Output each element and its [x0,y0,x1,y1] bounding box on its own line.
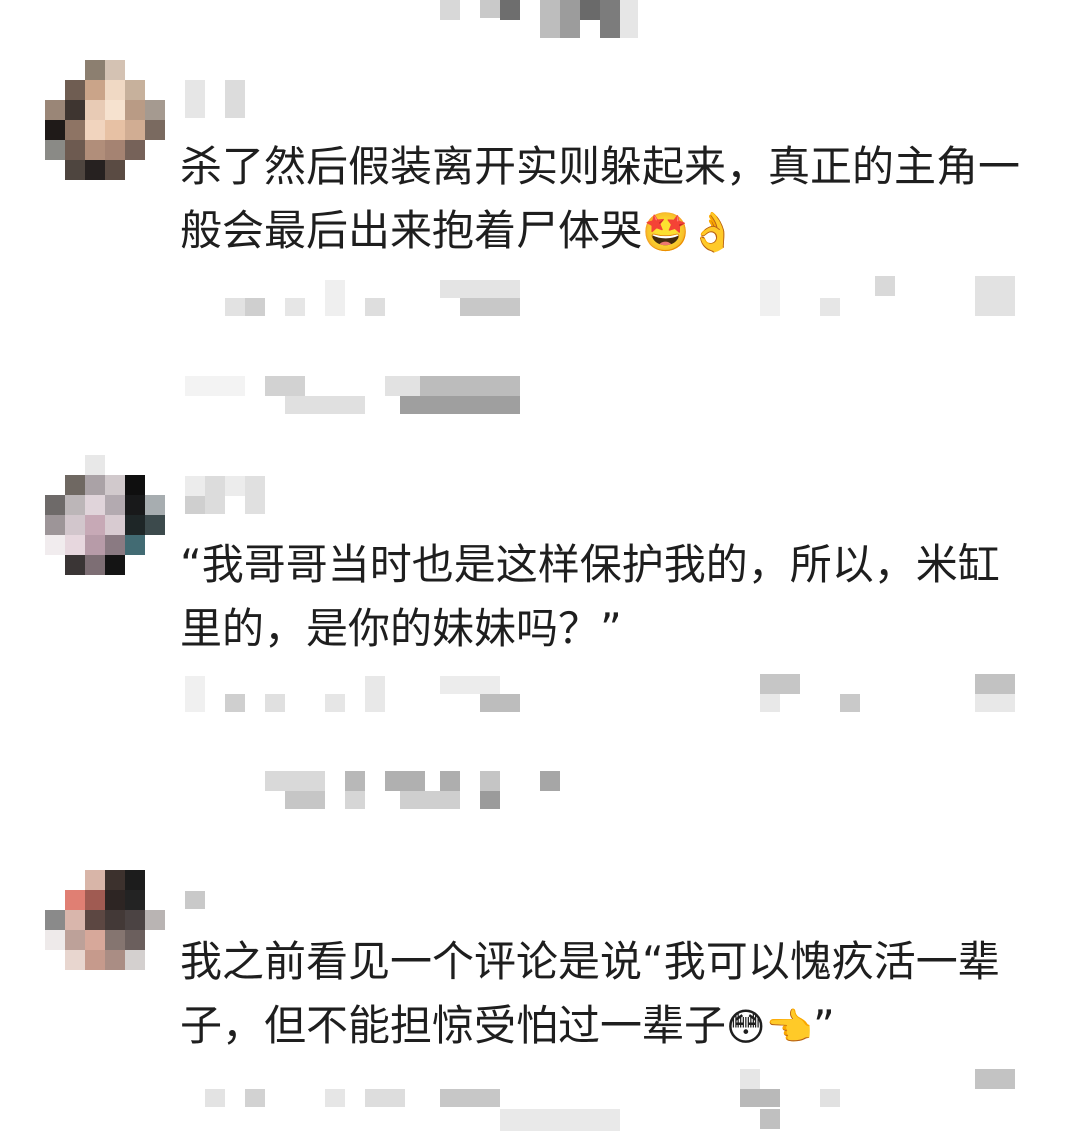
comment-body: 我之前看见一个评论是说“我可以愧疚活一辈子，但不能担惊受怕过一辈子 [180,937,1000,1050]
avatar[interactable] [45,60,165,180]
avatar[interactable] [45,455,165,575]
flushed-face-emoji: 😳 [726,1005,766,1049]
comment-text: 我之前看见一个评论是说“我可以愧疚活一辈子，但不能担惊受怕过一辈子😳👈” [180,930,1020,1059]
comment-text: 杀了然后假装离开实则躲起来，真正的主角一般会最后出来抱着尸体哭🤩👌 [180,135,1020,264]
ok-hand-emoji: 👌 [689,210,737,254]
avatar[interactable] [45,870,165,990]
comment-body: “我哥哥当时也是这样保护我的，所以，米缸里的，是你的妹妹吗？” [180,540,1000,653]
star-struck-emoji: 🤩 [642,210,690,254]
closing-quote: ” [812,1001,835,1050]
pointing-hand-emoji: 👈 [765,1005,813,1049]
comment-text: “我哥哥当时也是这样保护我的，所以，米缸里的，是你的妹妹吗？” [180,533,1020,661]
comment-body: 杀了然后假装离开实则躲起来，真正的主角一般会最后出来抱着尸体哭 [180,142,1021,255]
